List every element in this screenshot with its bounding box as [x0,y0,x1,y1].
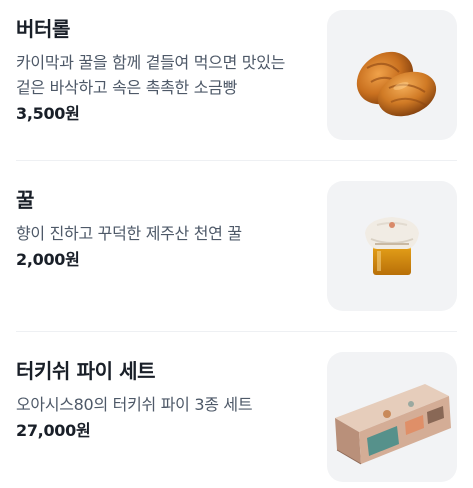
menu-item-honey[interactable]: 꿀 향이 진하고 꾸덕한 제주산 천연 꿀 2,000원 [16,181,457,311]
honey-jar-image [327,181,457,311]
menu-item-name: 꿀 [16,188,34,212]
menu-item-text: 터키쉬 파이 세트 오아시스80의 터키쉬 파이 3종 세트 27,000원 [16,352,306,442]
pie-box-illustration [335,384,451,465]
menu-item-butter-roll[interactable]: 버터롤 카이막과 꿀을 함께 곁들여 먹으면 맛있는 겉은 바삭하고 속은 촉촉… [16,10,457,140]
menu-item-price: 2,000원 [16,250,80,269]
menu-item-description: 향이 진하고 꾸덕한 제주산 천연 꿀 [16,224,242,243]
butter-roll-illustration [356,51,437,117]
menu-item-description: 오아시스80의 터키쉬 파이 3종 세트 [16,395,253,414]
pie-box-image [327,352,457,482]
honey-jar-illustration [365,217,419,275]
divider [16,160,457,161]
divider [16,331,457,332]
menu-item-text: 꿀 향이 진하고 꾸덕한 제주산 천연 꿀 2,000원 [16,181,306,271]
menu-list: 버터롤 카이막과 꿀을 함께 곁들여 먹으면 맛있는 겉은 바삭하고 속은 촉촉… [0,0,473,488]
menu-item-name: 터키쉬 파이 세트 [16,359,156,383]
menu-item-name: 버터롤 [16,17,70,41]
butter-roll-image [327,10,457,140]
menu-item-text: 버터롤 카이막과 꿀을 함께 곁들여 먹으면 맛있는 겉은 바삭하고 속은 촉촉… [16,10,306,125]
menu-item-turkish-pie-set[interactable]: 터키쉬 파이 세트 오아시스80의 터키쉬 파이 3종 세트 27,000원 [16,352,457,482]
menu-item-description: 카이막과 꿀을 함께 곁들여 먹으면 맛있는 겉은 바삭하고 속은 촉촉한 소금… [16,53,286,97]
menu-item-price: 27,000원 [16,421,91,440]
menu-item-price: 3,500원 [16,104,80,123]
